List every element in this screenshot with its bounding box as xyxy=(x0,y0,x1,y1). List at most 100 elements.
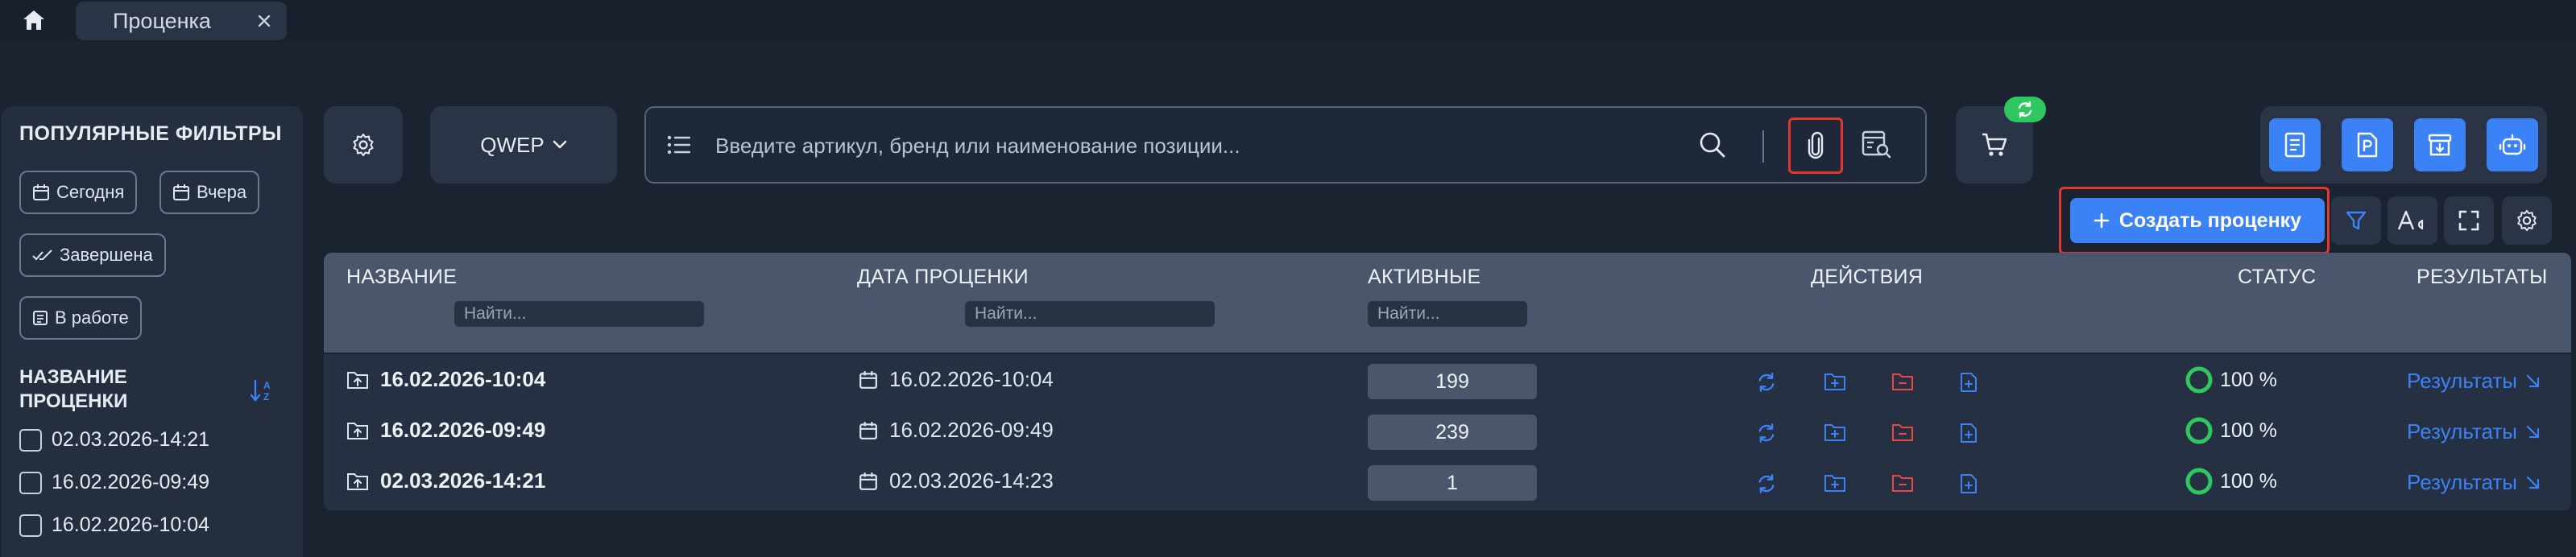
refresh-button[interactable] xyxy=(1756,423,1777,444)
add-to-folder-button[interactable] xyxy=(1824,423,1846,442)
fullscreen-icon xyxy=(2458,210,2479,231)
row-status: 100 % xyxy=(2185,365,2277,394)
column-header-results: РЕЗУЛЬТАТЫ xyxy=(2417,266,2548,288)
table-row[interactable]: 02.03.2026-14:21 02.03.2026-14:23 1 100 … xyxy=(324,457,2571,507)
calendar-icon xyxy=(173,184,189,200)
progress-ring-icon xyxy=(2185,417,2213,444)
add-to-folder-button[interactable] xyxy=(1824,372,1846,391)
sort-az-button[interactable]: AZ xyxy=(250,378,275,402)
gear-icon xyxy=(353,134,374,156)
name-filter-item[interactable]: 16.02.2026-09:49 xyxy=(19,471,209,494)
column-header-status[interactable]: СТАТУС xyxy=(2238,266,2316,289)
calendar-icon xyxy=(859,370,877,389)
table-row[interactable]: 16.02.2026-09:49 16.02.2026-09:49 239 10… xyxy=(324,406,2571,456)
tab-close-button[interactable] xyxy=(248,5,280,37)
folder-plus-icon xyxy=(1824,475,1845,492)
add-document-button[interactable] xyxy=(1959,473,1978,494)
name-filter-input[interactable] xyxy=(454,301,704,327)
home-button[interactable] xyxy=(18,6,50,34)
archive-download-button[interactable] xyxy=(2414,118,2466,171)
table-settings-button[interactable] xyxy=(2502,196,2552,245)
sort-az-icon: AZ xyxy=(250,379,271,402)
checkbox[interactable] xyxy=(19,428,42,452)
column-header-name[interactable]: НАЗВАНИЕ xyxy=(346,266,457,289)
document-button[interactable] xyxy=(2269,118,2321,171)
search-input[interactable] xyxy=(715,127,1682,164)
arrow-down-right-icon xyxy=(2526,374,2540,387)
checkbox[interactable] xyxy=(19,471,42,494)
name-filter-item[interactable]: 02.03.2026-14:21 xyxy=(19,428,209,452)
tab-label: Проценка xyxy=(113,8,211,33)
tab-procenka[interactable]: Проценка xyxy=(76,2,287,40)
column-header-date[interactable]: ДАТА ПРОЦЕНКИ xyxy=(857,266,1029,289)
calendar-icon xyxy=(33,184,49,200)
folder-upload-icon xyxy=(347,371,368,389)
folder-minus-icon xyxy=(1892,373,1913,390)
filter-chip-yesterday[interactable]: Вчера xyxy=(159,171,260,214)
remove-from-folder-button[interactable] xyxy=(1891,423,1914,442)
home-icon xyxy=(23,10,44,30)
remove-from-folder-button[interactable] xyxy=(1891,372,1914,391)
refresh-icon xyxy=(1758,373,1775,392)
filter-chip-in-progress[interactable]: В работе xyxy=(19,296,142,340)
bot-button[interactable] xyxy=(2487,118,2538,171)
filter-chip-completed[interactable]: Завершена xyxy=(19,233,166,277)
row-name[interactable]: 02.03.2026-14:21 xyxy=(346,468,545,493)
active-filter-input[interactable] xyxy=(1368,301,1527,327)
add-document-button[interactable] xyxy=(1959,423,1978,444)
row-results-link[interactable]: Результаты xyxy=(2407,369,2541,394)
folder-upload-icon xyxy=(347,472,368,490)
gear-icon xyxy=(2517,209,2537,232)
column-header-active[interactable]: АКТИВНЫЕ xyxy=(1368,266,1481,289)
settings-button[interactable] xyxy=(324,106,403,184)
filters-sidebar: ПОПУЛЯРНЫЕ ФИЛЬТРЫ Сегодня Вчера Заверше… xyxy=(2,106,303,557)
filter-button[interactable] xyxy=(2331,196,2381,245)
row-results-link[interactable]: Результаты xyxy=(2407,419,2541,444)
row-status: 100 % xyxy=(2185,416,2277,445)
folder-minus-icon xyxy=(1892,475,1913,492)
create-procenka-button[interactable]: Создать проценку xyxy=(2070,198,2325,243)
document-search-icon xyxy=(1862,130,1891,159)
attach-file-button[interactable] xyxy=(1788,118,1843,174)
row-active-count: 1 xyxy=(1368,465,1537,501)
date-filter-input[interactable] xyxy=(965,301,1215,327)
create-button-label: Создать проценку xyxy=(2118,208,2302,232)
row-status: 100 % xyxy=(2185,467,2277,496)
row-date: 16.02.2026-09:49 xyxy=(859,418,1054,443)
sync-badge[interactable] xyxy=(2004,97,2046,122)
source-select-value: QWEP xyxy=(480,132,545,157)
refresh-button[interactable] xyxy=(1756,372,1777,393)
row-results-text: Результаты xyxy=(2407,369,2517,393)
add-document-button[interactable] xyxy=(1959,372,1978,393)
row-name[interactable]: 16.02.2026-09:49 xyxy=(346,418,545,443)
price-document-button[interactable] xyxy=(2342,118,2393,171)
checkbox[interactable] xyxy=(19,514,42,537)
row-date: 02.03.2026-14:23 xyxy=(859,468,1054,493)
search-button[interactable] xyxy=(1698,130,1727,159)
row-results-link[interactable]: Результаты xyxy=(2407,470,2541,495)
cart-icon xyxy=(1982,133,2007,156)
folder-plus-icon xyxy=(1824,373,1845,390)
source-select[interactable]: QWEP xyxy=(430,106,617,184)
search-mode-button[interactable] xyxy=(667,134,691,156)
refresh-button[interactable] xyxy=(1756,473,1777,494)
remove-from-folder-button[interactable] xyxy=(1891,473,1914,493)
filter-chip-today[interactable]: Сегодня xyxy=(19,171,138,214)
add-to-folder-button[interactable] xyxy=(1824,473,1846,493)
font-size-button[interactable] xyxy=(2388,196,2437,245)
row-name-text: 16.02.2026-10:04 xyxy=(380,367,546,391)
row-status-text: 100 % xyxy=(2220,368,2277,391)
top-bar xyxy=(0,0,2576,42)
refresh-icon xyxy=(1758,474,1775,493)
row-date-text: 16.02.2026-09:49 xyxy=(889,418,1054,442)
table-row[interactable]: 16.02.2026-10:04 16.02.2026-10:04 199 10… xyxy=(324,356,2571,406)
row-name[interactable]: 16.02.2026-10:04 xyxy=(346,367,545,392)
list-icon xyxy=(667,135,691,155)
fullscreen-button[interactable] xyxy=(2444,196,2494,245)
svg-text:A: A xyxy=(263,380,271,391)
search-in-file-button[interactable] xyxy=(1861,129,1893,161)
document-plus-icon xyxy=(1961,423,1977,443)
name-filter-item[interactable]: 16.02.2026-10:04 xyxy=(19,514,209,537)
name-filter-label: 02.03.2026-14:21 xyxy=(52,428,210,451)
filter-chip-label: В работе xyxy=(55,307,129,328)
